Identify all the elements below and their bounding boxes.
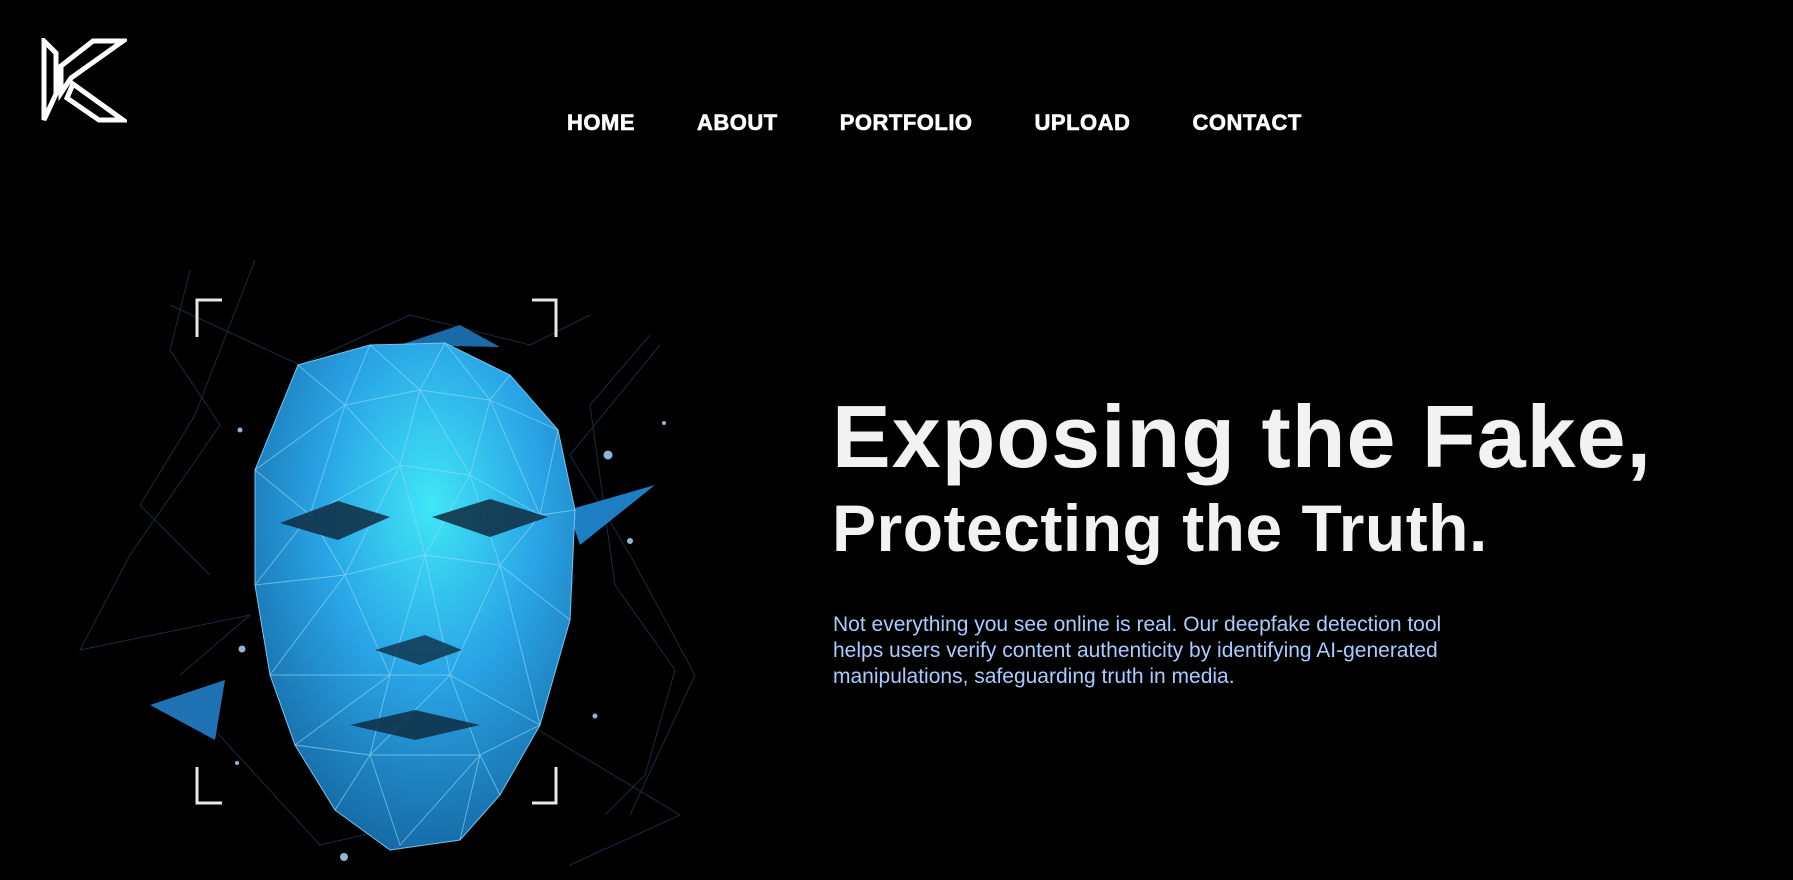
- nav-home[interactable]: HOME: [567, 110, 635, 136]
- hero-headline-line1: Exposing the Fake,: [832, 387, 1652, 486]
- nav-about[interactable]: ABOUT: [697, 110, 778, 136]
- face-scan-illustration: [79, 259, 696, 866]
- nav-upload[interactable]: UPLOAD: [1034, 110, 1131, 136]
- hero-headline-line2: Protecting the Truth.: [832, 491, 1488, 565]
- hero-headline: Exposing the Fake, Protecting the Truth.: [832, 387, 1652, 565]
- k-logo-icon[interactable]: [41, 38, 127, 124]
- main-nav: HOME ABOUT PORTFOLIO UPLOAD CONTACT: [567, 110, 1302, 136]
- nav-contact[interactable]: CONTACT: [1192, 110, 1302, 136]
- nav-portfolio[interactable]: PORTFOLIO: [839, 110, 973, 136]
- hero-description: Not everything you see online is real. O…: [833, 613, 1442, 688]
